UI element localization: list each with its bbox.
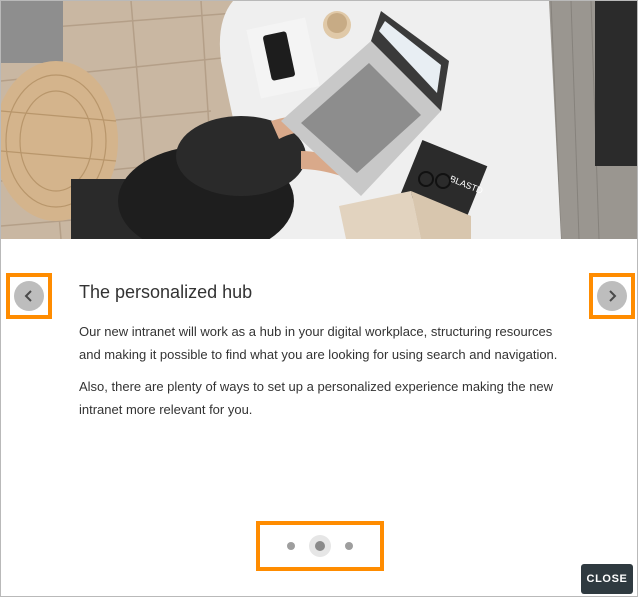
pagination-dot-1[interactable] xyxy=(287,542,295,550)
next-slide-button[interactable] xyxy=(597,281,627,311)
slide-title: The personalized hub xyxy=(79,282,253,302)
prev-arrow-highlight xyxy=(6,273,52,319)
hero-image: BLASTD xyxy=(1,1,637,239)
paragraph-1-line-2: and making it possible to find what you … xyxy=(79,347,558,362)
prev-slide-button[interactable] xyxy=(14,281,44,311)
next-arrow-highlight xyxy=(589,273,635,319)
pagination-dot-3[interactable] xyxy=(345,542,353,550)
pagination-dot-2-active[interactable] xyxy=(309,535,331,557)
chevron-left-icon xyxy=(24,290,32,302)
pagination-dots xyxy=(256,521,384,571)
paragraph-2-line-1: Also, there are plenty of ways to set up… xyxy=(79,379,554,394)
onboarding-dialog: BLASTD The personalized hub Our new intr… xyxy=(0,0,638,597)
active-dot-indicator xyxy=(315,541,325,551)
paragraph-1-line-1: Our new intranet will work as a hub in y… xyxy=(79,324,553,339)
chevron-right-icon xyxy=(609,290,617,302)
slide-paragraph-1: Our new intranet will work as a hub in y… xyxy=(79,320,559,366)
close-button[interactable]: CLOSE xyxy=(581,564,633,594)
paragraph-2-line-2: intranet more relevant for you. xyxy=(79,402,253,417)
slide-paragraph-2: Also, there are plenty of ways to set up… xyxy=(79,375,559,421)
